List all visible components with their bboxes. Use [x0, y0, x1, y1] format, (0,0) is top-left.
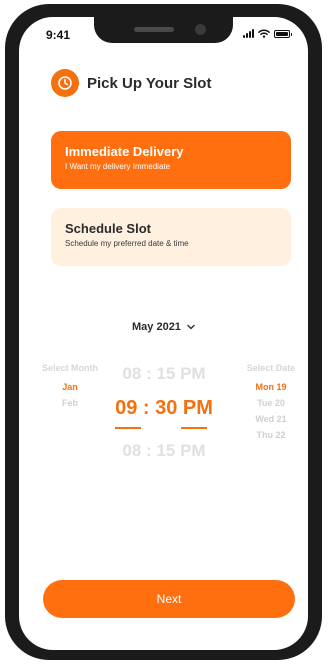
date-option[interactable]: Wed 21 [237, 411, 305, 427]
month-picker[interactable]: Jan Feb [33, 363, 107, 411]
clock-icon [51, 69, 79, 97]
status-icons [243, 29, 292, 38]
option-subtitle: I Want my delivery Immediate [65, 162, 171, 171]
chevron-down-icon [187, 324, 195, 330]
page-title: Pick Up Your Slot [87, 74, 212, 92]
date-picker[interactable]: Mon 19 Tue 20 Wed 21 Thu 22 [237, 363, 305, 443]
schedule-slot-option[interactable]: Schedule Slot Schedule my preferred date… [51, 208, 291, 266]
option-title: Immediate Delivery [65, 144, 184, 159]
date-option[interactable]: Tue 20 [237, 395, 305, 411]
date-option-selected[interactable]: Mon 19 [237, 379, 305, 395]
battery-icon [274, 29, 292, 38]
month-option[interactable]: Feb [33, 395, 107, 411]
time-option-selected[interactable]: 09 : 30 PM [99, 397, 229, 420]
speaker-grille [134, 27, 174, 32]
phone-frame: 9:41 Pick Up Your Slot Immediate Deliver… [5, 4, 322, 660]
time-minute-underline [181, 427, 207, 429]
time-option[interactable]: 08 : 15 PM [99, 441, 229, 461]
device-notch [94, 17, 233, 43]
status-time: 9:41 [46, 28, 71, 42]
month-year-dropdown[interactable]: May 2021 [19, 321, 308, 333]
time-hour-underline [115, 427, 141, 429]
next-button[interactable]: Next [43, 580, 295, 618]
date-option[interactable]: Thu 22 [237, 427, 305, 443]
month-year-label: May 2021 [132, 321, 181, 333]
app-screen: 9:41 Pick Up Your Slot Immediate Deliver… [19, 17, 308, 650]
front-camera [195, 24, 206, 35]
immediate-delivery-option[interactable]: Immediate Delivery I Want my delivery Im… [51, 131, 291, 189]
signal-icon [243, 29, 254, 38]
option-title: Schedule Slot [65, 221, 151, 236]
wifi-icon [258, 29, 270, 38]
time-option[interactable]: 08 : 15 PM [99, 364, 229, 384]
option-subtitle: Schedule my preferred date & time [65, 239, 189, 248]
month-option-selected[interactable]: Jan [33, 379, 107, 395]
page-header: Pick Up Your Slot [51, 69, 211, 97]
